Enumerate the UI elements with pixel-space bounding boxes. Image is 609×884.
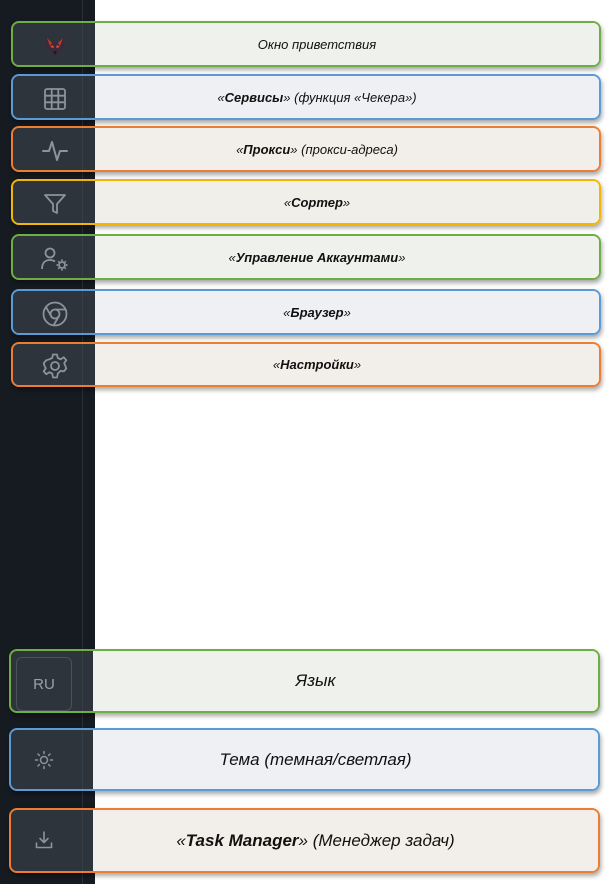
nav-item-settings[interactable]: «Настройки»	[11, 342, 601, 387]
nav-label-post: Окно приветствия	[257, 36, 377, 52]
nav-label-post: »	[398, 249, 406, 265]
nav-item-welcome[interactable]: Окно приветствия	[11, 21, 601, 67]
language-label: Язык	[295, 671, 336, 690]
nav-item-sorter[interactable]: «Сортер»	[11, 179, 601, 225]
nav-label-pre: «	[217, 89, 225, 105]
theme-callout: Тема (темная/светлая)	[9, 728, 600, 791]
grid-icon	[27, 83, 83, 115]
theme-toggle-button[interactable]	[16, 736, 72, 788]
theme-label: Тема (темная/светлая)	[219, 749, 412, 769]
nav-label-pre: «	[236, 141, 244, 157]
nav-label-post: »	[353, 357, 362, 372]
nav-label-bold: Сервисы	[224, 89, 284, 105]
task-manager-button[interactable]	[16, 816, 72, 868]
nav-label-pre: «	[272, 357, 281, 372]
nav-label-post: » (прокси-адреса)	[290, 141, 398, 157]
filter-icon	[27, 188, 83, 220]
nav-item-proxy[interactable]: «Прокси» (прокси-адреса)	[11, 126, 601, 172]
nav-label-pre: «	[283, 304, 291, 320]
nav-label-pre: «	[228, 249, 236, 265]
nav-label-bold: Настройки	[280, 357, 354, 372]
nav-label-post: »	[343, 304, 351, 320]
task-manager-label-pre: «	[176, 830, 186, 850]
task-manager-label-bold: Task Manager	[185, 830, 299, 850]
nav-label-post: »	[342, 194, 351, 210]
language-button[interactable]: RU	[16, 657, 72, 711]
nav-label-pre: «	[283, 194, 292, 210]
download-icon	[33, 829, 55, 856]
nav-item-browser[interactable]: «Браузер»	[11, 289, 601, 335]
nav-label-bold: Сортер	[291, 194, 343, 210]
activity-icon	[27, 135, 83, 167]
nav-label-bold: Управление Аккаунтами	[235, 249, 399, 265]
user-settings-icon	[27, 243, 83, 275]
chrome-icon	[27, 298, 83, 330]
nav-item-accounts[interactable]: «Управление Аккаунтами»	[11, 234, 601, 280]
nav-label-bold: Прокси	[243, 141, 291, 157]
gear-icon	[27, 350, 83, 382]
language-callout: RU Язык	[9, 649, 600, 713]
task-manager-callout: «Task Manager» (Менеджер задач)	[9, 808, 600, 873]
task-manager-label-post: » (Менеджер задач)	[298, 830, 455, 850]
nav-label-post: » (функция «Чекера»)	[283, 89, 417, 105]
nav-item-services[interactable]: «Сервисы» (функция «Чекера»)	[11, 74, 601, 120]
sun-icon	[33, 749, 55, 776]
fox-logo-icon	[27, 30, 83, 62]
nav-label-bold: Браузер	[290, 304, 344, 320]
